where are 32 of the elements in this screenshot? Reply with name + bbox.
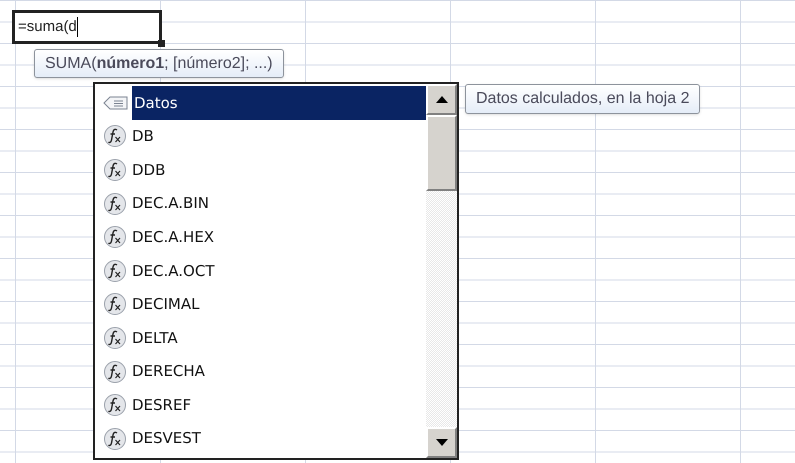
function-icon bbox=[103, 158, 127, 182]
tag-icon bbox=[103, 94, 129, 111]
list-item[interactable]: DELTA bbox=[95, 321, 426, 355]
list-item[interactable]: DESREF bbox=[95, 388, 426, 422]
scrollbar[interactable] bbox=[426, 84, 457, 458]
scroll-down-button[interactable] bbox=[426, 427, 457, 458]
function-icon bbox=[103, 124, 127, 148]
list-item[interactable]: DDB bbox=[95, 153, 426, 187]
function-tooltip: SUMA(número1; [número2]; ...) bbox=[34, 49, 284, 78]
scroll-thumb[interactable] bbox=[426, 115, 457, 191]
list-item[interactable]: DB bbox=[95, 120, 426, 154]
function-icon bbox=[103, 360, 127, 384]
list-item[interactable]: DERECHA bbox=[95, 354, 426, 388]
item-tooltip: Datos calculados, en la hoja 2 bbox=[465, 84, 700, 114]
function-icon bbox=[103, 192, 127, 216]
list-item[interactable]: DEC.A.OCT bbox=[95, 254, 426, 288]
function-icon bbox=[103, 393, 127, 418]
list-item[interactable]: DECIMAL bbox=[95, 288, 426, 322]
cell-editor[interactable]: =suma(d bbox=[12, 10, 162, 44]
function-icon bbox=[103, 292, 127, 316]
function-icon bbox=[103, 326, 127, 350]
function-icon bbox=[103, 258, 127, 283]
arrow-up-icon bbox=[436, 96, 448, 103]
function-icon bbox=[103, 426, 127, 451]
list-item[interactable]: DEC.A.BIN bbox=[95, 186, 426, 220]
list-item[interactable]: DEC.A.HEX bbox=[95, 220, 426, 254]
function-icon bbox=[103, 225, 127, 250]
scroll-up-button[interactable] bbox=[426, 84, 457, 115]
arrow-down-icon bbox=[436, 439, 448, 446]
list-item[interactable]: DESVEST bbox=[95, 422, 426, 456]
fill-handle[interactable] bbox=[158, 40, 165, 47]
cell-value: =suma(d bbox=[18, 16, 77, 37]
